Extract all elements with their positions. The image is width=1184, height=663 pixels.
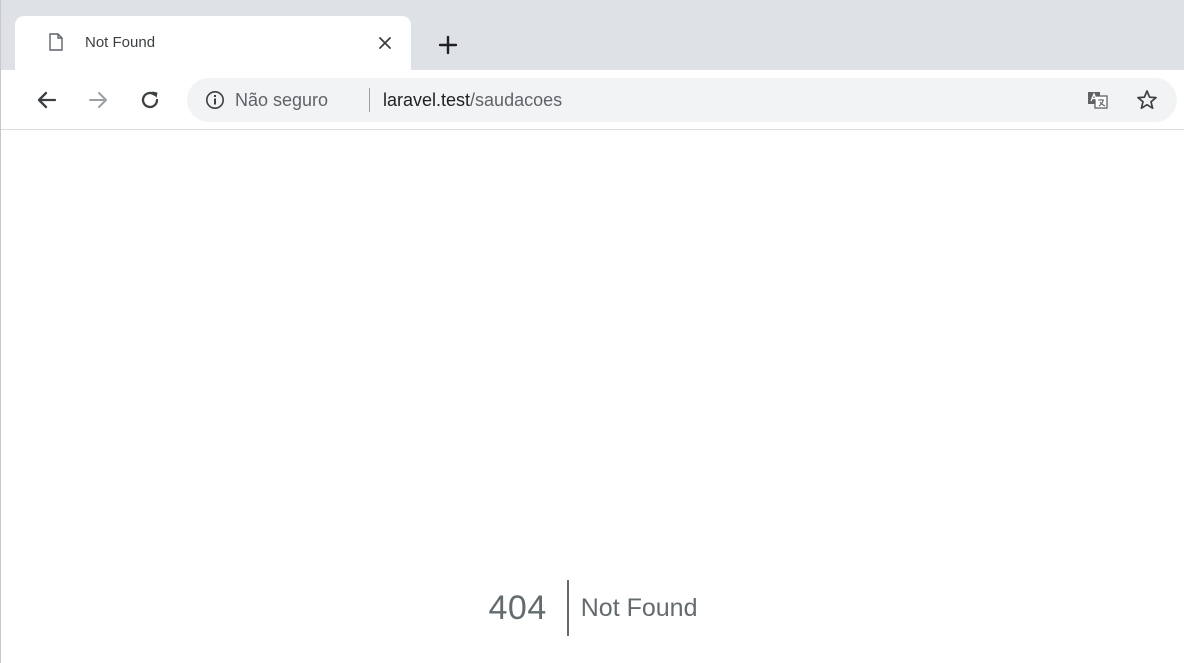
toolbar: Não seguro laravel.test/saudacoes bbox=[1, 70, 1184, 130]
info-icon[interactable] bbox=[205, 90, 225, 110]
security-status[interactable]: Não seguro bbox=[235, 90, 328, 111]
error-message-block: 404 Not Found bbox=[1, 578, 1184, 638]
page-content: 404 Not Found bbox=[1, 130, 1184, 663]
tab-title: Not Found bbox=[85, 34, 156, 51]
arrow-right-icon[interactable] bbox=[86, 88, 110, 112]
omnibox-divider bbox=[369, 88, 370, 112]
translate-icon[interactable] bbox=[1087, 90, 1109, 110]
plus-icon[interactable] bbox=[437, 34, 459, 56]
reload-icon[interactable] bbox=[138, 88, 162, 112]
url-host: laravel.test bbox=[383, 90, 471, 110]
tab-strip: Not Found bbox=[1, 0, 1184, 70]
document-icon bbox=[49, 33, 63, 51]
close-icon[interactable] bbox=[375, 33, 395, 53]
error-code: 404 bbox=[489, 580, 569, 636]
url-path: /saudacoes bbox=[470, 90, 563, 110]
star-icon[interactable] bbox=[1135, 88, 1159, 112]
address-bar[interactable]: Não seguro laravel.test/saudacoes bbox=[187, 78, 1177, 122]
error-text: Not Found bbox=[580, 594, 698, 622]
url-text[interactable]: laravel.test/saudacoes bbox=[383, 90, 562, 111]
arrow-left-icon[interactable] bbox=[35, 88, 59, 112]
tab-active[interactable]: Not Found bbox=[15, 16, 411, 70]
browser-window: Not Found Não seguro laravel.test/saudac… bbox=[0, 0, 1184, 663]
